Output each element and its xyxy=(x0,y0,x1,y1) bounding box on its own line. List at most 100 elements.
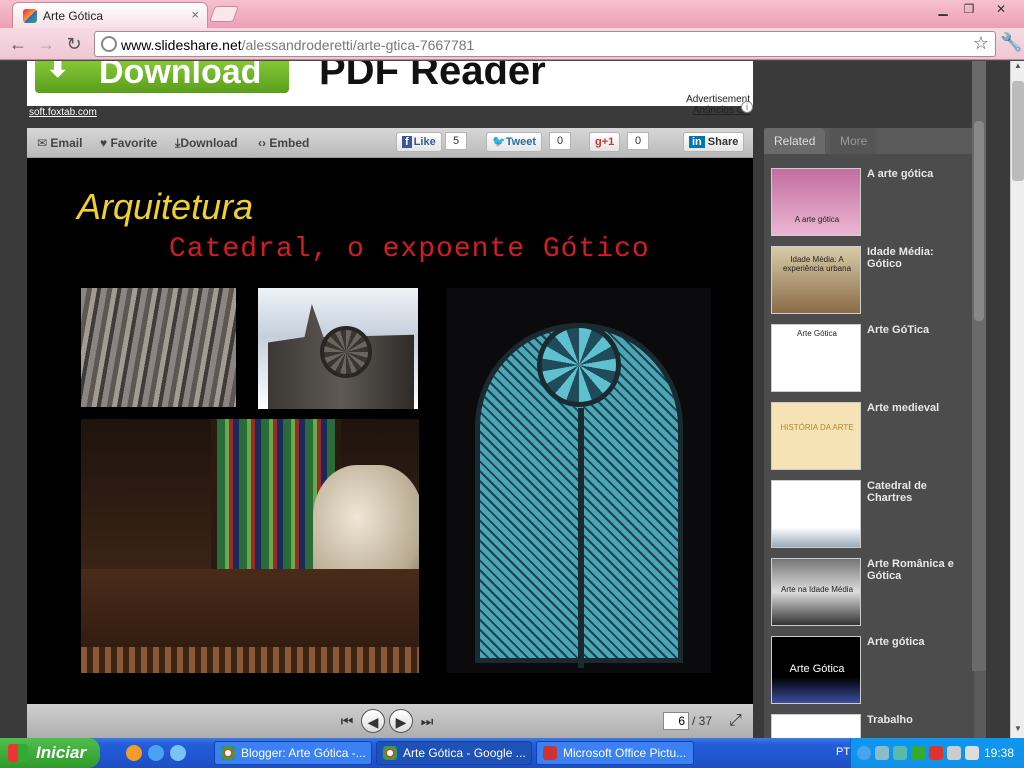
related-thumbnail[interactable]: HISTÓRIA DA ARTE xyxy=(771,402,861,470)
code-icon: ‹› xyxy=(258,136,270,150)
embed-action[interactable]: ‹› Embed xyxy=(258,136,309,150)
related-item[interactable]: Catedral de Chartres xyxy=(771,480,971,550)
bookmark-star-icon[interactable]: ☆ xyxy=(973,33,989,54)
scroll-down-icon[interactable]: ▼ xyxy=(1012,724,1024,738)
related-title[interactable]: Catedral de Chartres xyxy=(867,480,971,504)
ad-link[interactable]: soft.foxtab.com xyxy=(29,107,97,118)
wrench-menu-icon[interactable]: 🔧 xyxy=(1000,32,1022,53)
related-title[interactable]: Arte medieval xyxy=(867,402,971,414)
related-scrollbar[interactable] xyxy=(972,61,986,671)
ad-download-button[interactable]: ⬇ Download xyxy=(35,61,289,93)
related-item[interactable]: Arte Gótica Arte gótica xyxy=(771,636,971,706)
slide-actions-bar: ✉ Email ♥ Favorite ⤓Download ‹› Embed fL… xyxy=(27,128,753,158)
related-list: A arte gótica A arte gótica Idade Média:… xyxy=(764,154,974,738)
previous-slide-icon[interactable]: ◀ xyxy=(361,709,385,733)
back-arrow-icon[interactable]: ← xyxy=(6,32,30,56)
minimize-button[interactable]: ▁ xyxy=(930,0,956,18)
internet-explorer-icon[interactable] xyxy=(148,745,164,761)
related-item[interactable]: Trabalho xyxy=(771,714,971,738)
forward-arrow-icon[interactable]: → xyxy=(34,32,58,56)
related-item[interactable]: HISTÓRIA DA ARTE Arte medieval xyxy=(771,402,971,472)
related-scroll-thumb[interactable] xyxy=(974,121,984,321)
google-plus-button[interactable]: g+1 xyxy=(589,132,621,152)
windows-logo-icon xyxy=(8,744,28,762)
close-tab-icon[interactable]: × xyxy=(191,7,199,22)
browser-tab[interactable]: Arte Gótica × xyxy=(12,2,208,28)
volume-icon[interactable] xyxy=(965,746,979,760)
last-slide-icon[interactable]: ⏭ xyxy=(415,709,439,733)
new-tab-button[interactable] xyxy=(209,6,239,22)
envelope-icon: ✉ xyxy=(37,136,51,150)
next-slide-icon[interactable]: ▶ xyxy=(389,709,413,733)
chrome-icon xyxy=(383,746,397,760)
anuncios-link[interactable]: Anúncios Go xyxy=(650,105,750,116)
language-indicator[interactable]: PT xyxy=(836,746,850,758)
page-scroll-thumb[interactable] xyxy=(1012,81,1024,181)
photo-portal-carvings xyxy=(81,288,236,407)
slide-viewer[interactable]: Arquitetura Catedral, o expoente Gótico xyxy=(27,158,753,704)
related-thumbnail[interactable]: A arte gótica xyxy=(771,168,861,236)
twitter-bird-icon: 🐦 xyxy=(492,136,506,148)
page-scrollbar[interactable]: ▲ ▼ xyxy=(1010,61,1024,738)
download-action[interactable]: ⤓Download xyxy=(175,136,238,151)
related-title[interactable]: Idade Média: Gótico xyxy=(867,246,971,270)
address-bar[interactable]: www.slideshare.net/alessandroderetti/art… xyxy=(94,31,996,57)
related-thumbnail[interactable] xyxy=(771,714,861,738)
tray-app-icon-2[interactable] xyxy=(947,746,961,760)
network-icon-2[interactable] xyxy=(893,746,907,760)
maximize-button[interactable]: ❐ xyxy=(956,0,982,18)
start-button[interactable]: Iniciar xyxy=(0,738,100,768)
related-item[interactable]: Idade Média: A experiência urbana Idade … xyxy=(771,246,971,316)
close-window-button[interactable]: ✕ xyxy=(988,0,1014,18)
fullscreen-icon[interactable]: ⤢ xyxy=(729,712,742,730)
related-thumbnail[interactable]: Arte Gótica xyxy=(771,636,861,704)
firefox-icon[interactable] xyxy=(126,745,142,761)
first-slide-icon[interactable]: ⏮ xyxy=(335,709,359,733)
email-action[interactable]: ✉ Email xyxy=(37,136,82,150)
plus-count: 0 xyxy=(627,132,649,150)
tray-expand-icon[interactable] xyxy=(857,746,871,760)
related-thumbnail[interactable]: Arte na Idade Média xyxy=(771,558,861,626)
taskbar-item-blogger[interactable]: Blogger: Arte Gótica -... xyxy=(214,741,372,765)
facebook-like-button[interactable]: f Like xyxy=(396,132,442,152)
page-number-input[interactable]: 6 xyxy=(663,712,689,730)
related-title[interactable]: Arte GóTica xyxy=(867,324,971,336)
scroll-up-icon[interactable]: ▲ xyxy=(1012,61,1024,75)
network-icon[interactable] xyxy=(875,746,889,760)
related-item[interactable]: Arte na Idade Média Arte Românica e Góti… xyxy=(771,558,971,628)
slideshare-favicon-icon xyxy=(23,9,37,23)
tab-more[interactable]: More xyxy=(830,128,878,154)
slide-title: Arquitetura xyxy=(77,186,254,227)
slide-navigation-bar: ⏮ ◀ ▶ ⏭ 6 / 37 ⤢ xyxy=(27,704,753,738)
like-count: 5 xyxy=(445,132,467,150)
url-text[interactable]: www.slideshare.net/alessandroderetti/art… xyxy=(121,37,474,53)
related-item[interactable]: Arte Gótica Arte GóTica xyxy=(771,324,971,394)
linkedin-icon: in xyxy=(689,136,705,148)
system-tray: 19:38 xyxy=(850,738,1024,768)
reload-icon[interactable]: ↻ xyxy=(62,32,86,56)
related-thumbnail[interactable] xyxy=(771,480,861,548)
clock[interactable]: 19:38 xyxy=(984,746,1014,760)
taskbar-item-chrome[interactable]: Arte Gótica - Google ... xyxy=(376,741,532,765)
related-title[interactable]: Arte gótica xyxy=(867,636,971,648)
page-total: / 37 xyxy=(692,714,713,728)
quicklaunch-app-icon[interactable] xyxy=(170,745,186,761)
related-title[interactable]: A arte gótica xyxy=(867,168,971,180)
linkedin-share-button[interactable]: in Share xyxy=(683,132,745,152)
ad-headline: PDF Reader xyxy=(319,61,546,93)
related-thumbnail[interactable]: Arte Gótica xyxy=(771,324,861,392)
ad-info-icon[interactable]: i xyxy=(741,101,753,113)
related-title[interactable]: Arte Românica e Gótica xyxy=(867,558,971,582)
browser-toolbar: ← → ↻ www.slideshare.net/alessandroderet… xyxy=(0,28,1024,60)
tweet-button[interactable]: 🐦Tweet xyxy=(486,132,543,152)
related-thumbnail[interactable]: Idade Média: A experiência urbana xyxy=(771,246,861,314)
related-item[interactable]: A arte gótica A arte gótica xyxy=(771,168,971,238)
antivirus-icon[interactable] xyxy=(929,746,943,760)
related-title[interactable]: Trabalho xyxy=(867,714,971,726)
taskbar-item-office-picture[interactable]: Microsoft Office Pictu... xyxy=(536,741,694,765)
favorite-action[interactable]: ♥ Favorite xyxy=(100,136,157,150)
ad-banner[interactable]: ⬇ Download PDF Reader xyxy=(27,61,753,106)
tray-app-icon[interactable] xyxy=(911,746,925,760)
tab-related[interactable]: Related xyxy=(764,128,826,154)
photo-stained-glass-window xyxy=(447,288,711,673)
